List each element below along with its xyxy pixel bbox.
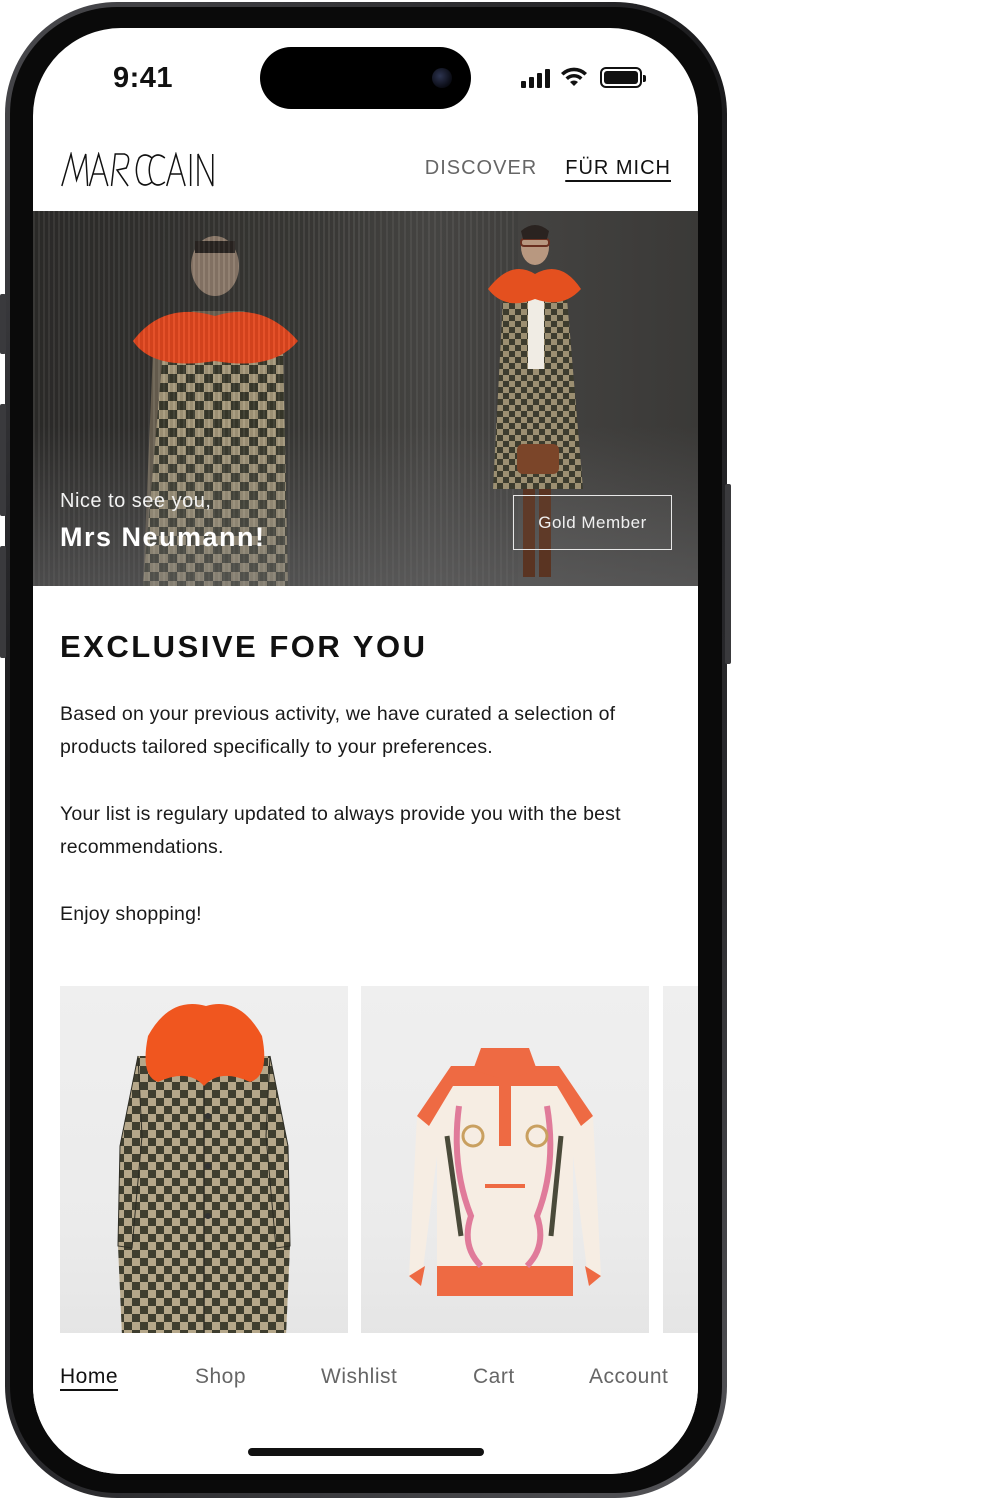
brand-logo[interactable]	[60, 150, 218, 197]
status-icons	[521, 66, 646, 88]
nav-fuer-mich[interactable]: FÜR MICH	[565, 157, 671, 180]
tab-shop[interactable]: Shop	[195, 1365, 246, 1389]
tab-cart[interactable]: Cart	[473, 1365, 515, 1389]
update-paragraph: Your list is regulary updated to always …	[60, 803, 621, 858]
tab-wishlist[interactable]: Wishlist	[321, 1365, 397, 1389]
hero-greeting: Nice to see you,	[60, 490, 212, 512]
hero-customer-name: Mrs Neumann!	[60, 522, 266, 552]
home-indicator[interactable]	[248, 1448, 484, 1456]
houndstooth-coat-icon	[117, 1004, 291, 1336]
power-button	[725, 484, 731, 664]
status-time: 9:41	[113, 62, 174, 94]
tab-account[interactable]: Account	[589, 1365, 668, 1389]
product-carousel[interactable]	[60, 986, 698, 1336]
intro-paragraph: Based on your previous activity, we have…	[60, 703, 616, 758]
cellular-signal-icon	[521, 68, 550, 88]
product-card[interactable]	[60, 986, 348, 1336]
volume-up-button	[0, 404, 6, 516]
closing-paragraph: Enjoy shopping!	[60, 903, 202, 925]
tab-home[interactable]: Home	[60, 1365, 118, 1389]
volume-down-button	[0, 546, 6, 658]
nav-discover[interactable]: DISCOVER	[425, 157, 537, 180]
printed-blouse-icon	[409, 1048, 601, 1296]
section-title: EXCLUSIVE FOR YOU	[60, 629, 428, 664]
product-card[interactable]	[361, 986, 649, 1336]
battery-icon	[600, 67, 646, 88]
front-camera-icon	[432, 68, 452, 88]
product-card-partial[interactable]	[663, 986, 698, 1336]
wifi-icon	[561, 67, 587, 86]
gold-member-button[interactable]: Gold Member	[513, 495, 672, 550]
dynamic-island	[260, 47, 471, 109]
app-screen: 9:41 DISCOVER FÜR MICH Nice to see you, …	[33, 28, 698, 1474]
top-nav: DISCOVER FÜR MICH	[425, 157, 671, 180]
mute-switch	[0, 294, 6, 354]
marccain-logo-icon	[61, 150, 214, 187]
